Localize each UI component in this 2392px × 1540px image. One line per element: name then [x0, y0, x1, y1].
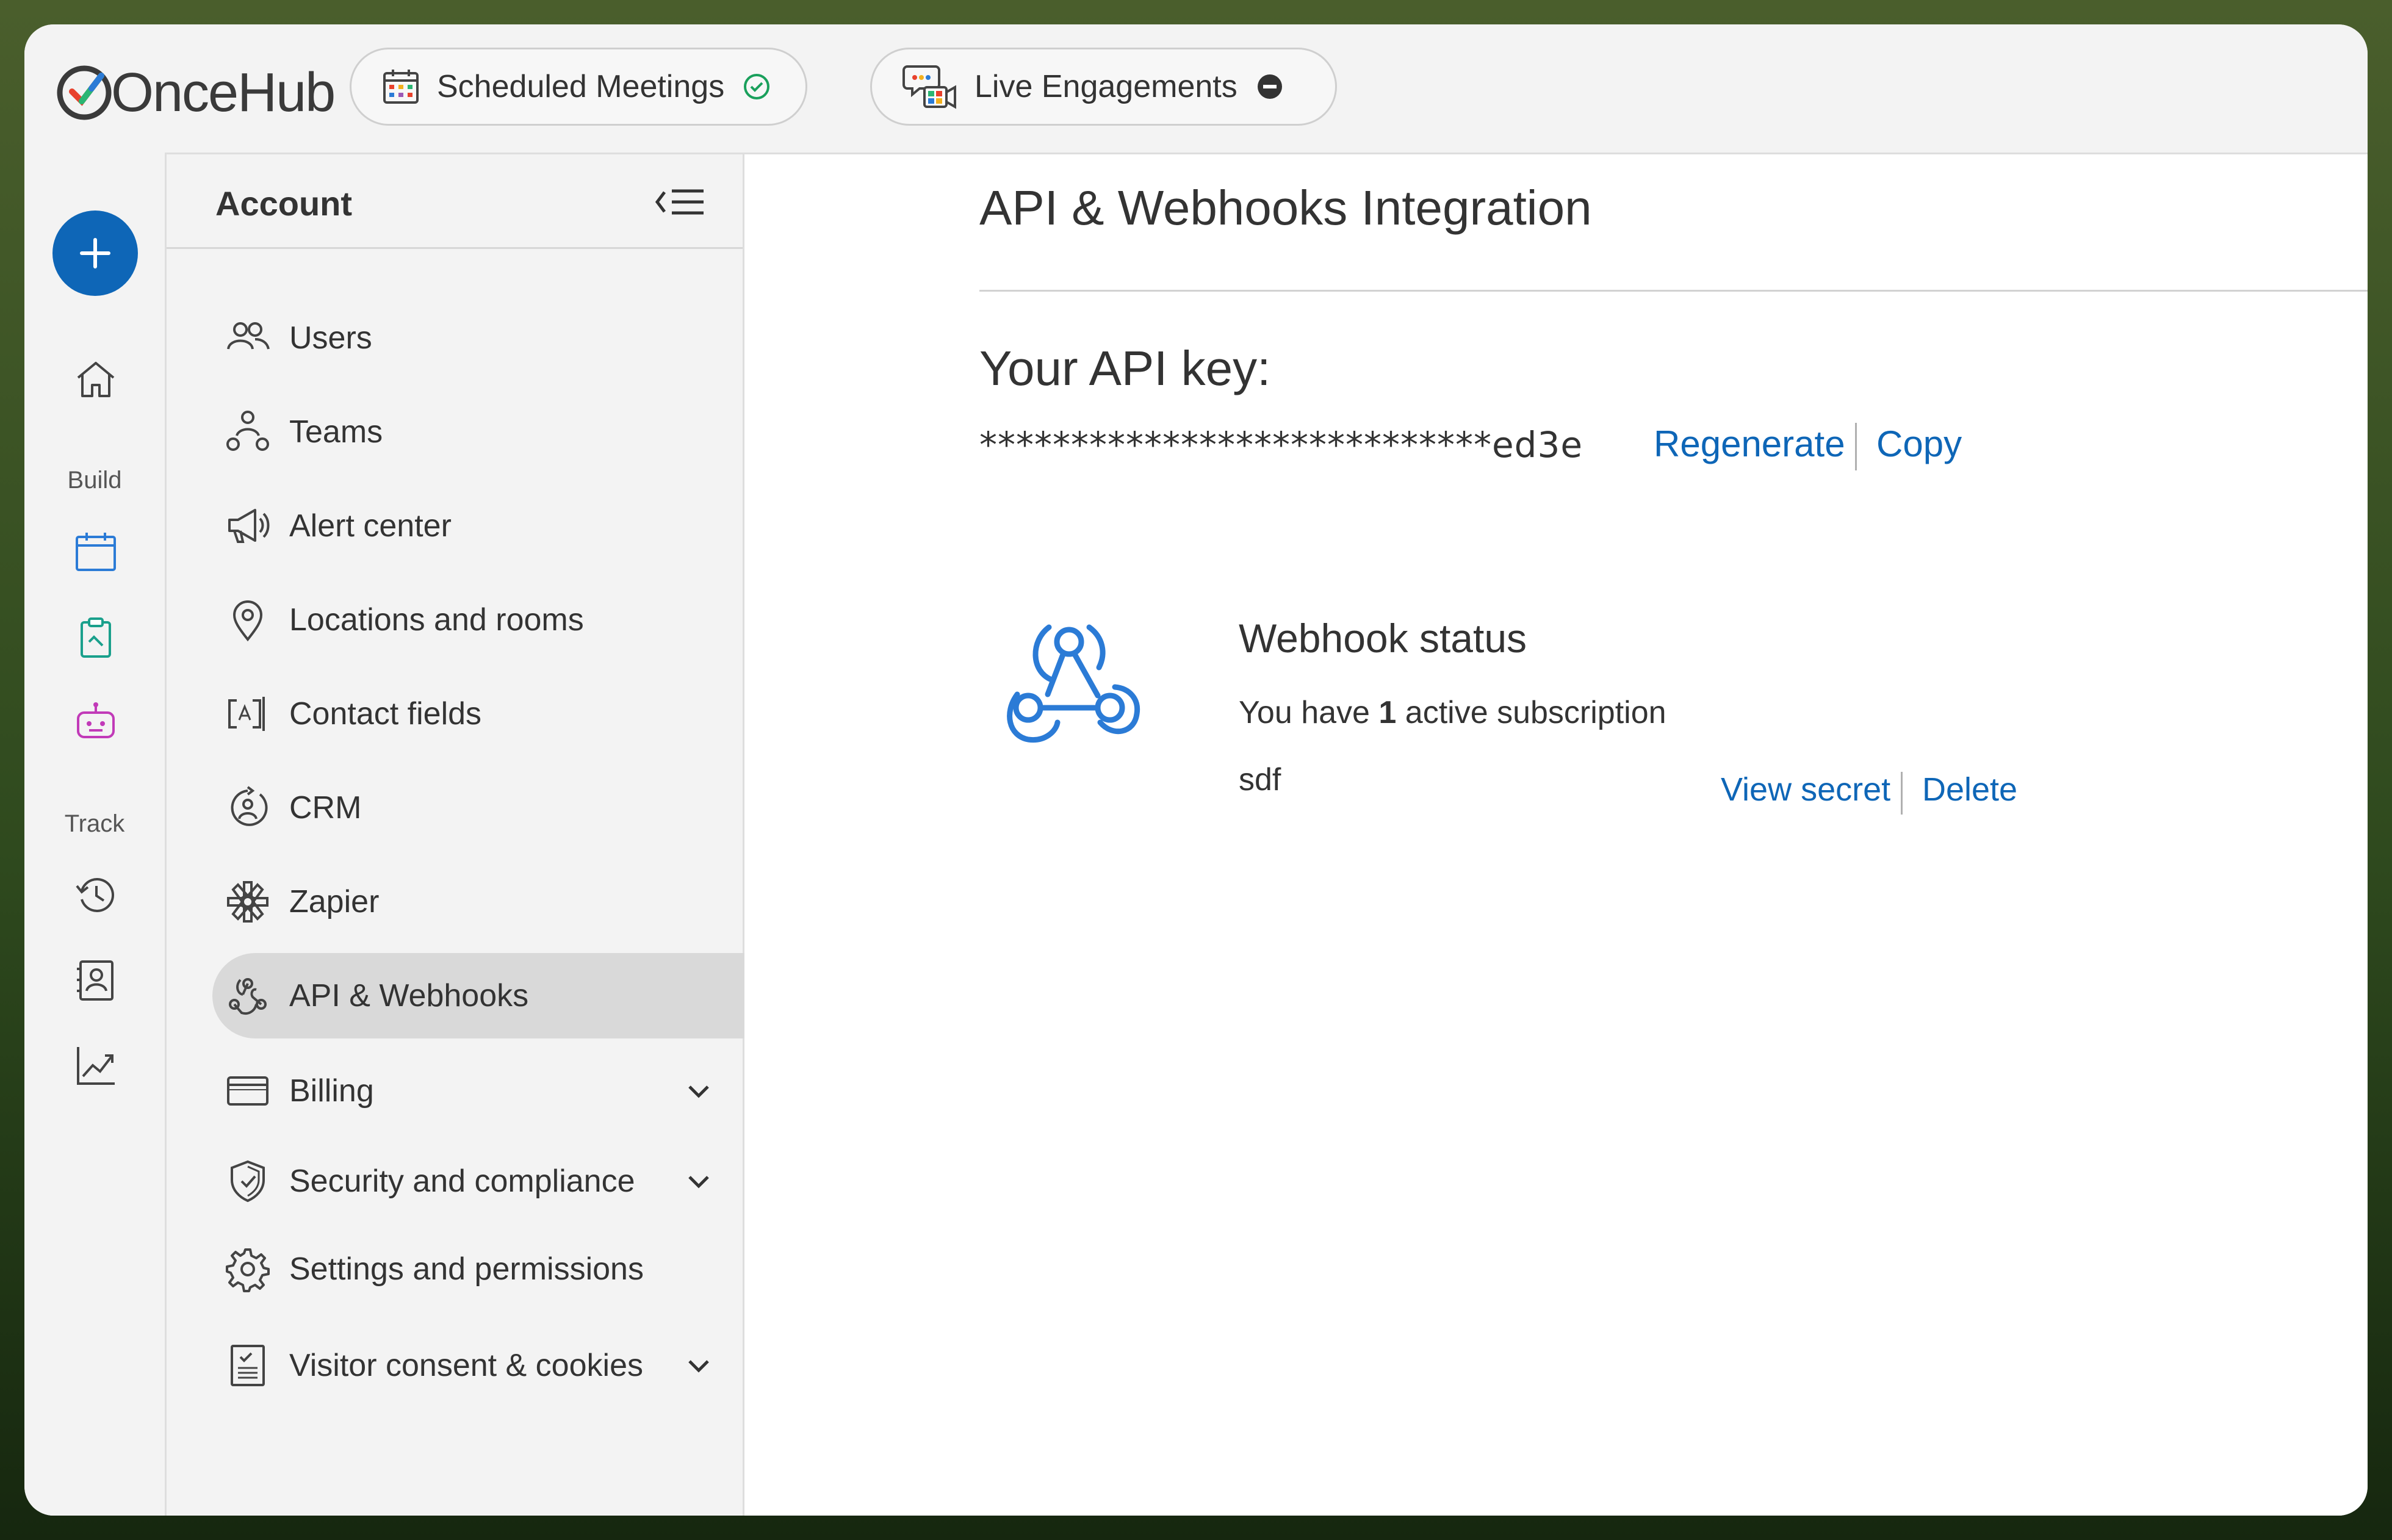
- teams-icon: [226, 411, 269, 451]
- sidebar-item-label: Contact fields: [289, 696, 482, 732]
- location-pin-icon: [232, 600, 263, 642]
- tab-label: Live Engagements: [974, 69, 1237, 104]
- history-icon[interactable]: [73, 873, 118, 918]
- chevron-down-icon[interactable]: [685, 1167, 713, 1195]
- contacts-book-icon[interactable]: [73, 958, 118, 1003]
- sidebar-item-label: CRM: [289, 790, 362, 826]
- title-divider: [979, 290, 2368, 292]
- view-secret-link[interactable]: View secret: [1721, 771, 1890, 808]
- sidebar-item-label: Locations and rooms: [289, 602, 584, 638]
- sidebar-item-label: Users: [289, 320, 372, 356]
- main-content: API & Webhooks Integration Your API key:…: [744, 153, 2368, 1516]
- chevron-down-icon[interactable]: [685, 1077, 713, 1105]
- regenerate-link[interactable]: Regenerate: [1654, 423, 1845, 465]
- users-icon: [227, 322, 270, 350]
- create-button[interactable]: [52, 210, 138, 296]
- sidebar-item-zapier[interactable]: Zapier: [212, 859, 731, 945]
- crm-icon: [231, 786, 268, 826]
- rail-section-track: Track: [64, 810, 125, 837]
- document-check-icon: [231, 1345, 265, 1386]
- chat-video-icon: [902, 65, 956, 109]
- tab-scheduled-meetings[interactable]: Scheduled Meetings: [350, 48, 807, 126]
- rail-section-build: Build: [67, 467, 122, 494]
- sidebar-item-billing[interactable]: Billing: [212, 1048, 731, 1134]
- api-key-value: ****************************ed3e: [979, 424, 1583, 466]
- webhook-status-title: Webhook status: [1239, 616, 1527, 661]
- webhook-name: sdf: [1239, 762, 1281, 797]
- sidebar-item-settings-and-permissions[interactable]: Settings and permissions: [212, 1226, 731, 1312]
- webhook-icon: [229, 978, 267, 1015]
- sidebar-header: Account: [167, 153, 743, 249]
- credit-card-icon: [227, 1076, 268, 1106]
- sidebar-item-label: Settings and permissions: [289, 1251, 644, 1287]
- calendar-icon[interactable]: [73, 530, 118, 575]
- top-bar: OnceHub Scheduled Meetings Live Engageme…: [24, 24, 2368, 153]
- sidebar-item-label: Visitor consent & cookies: [289, 1348, 643, 1383]
- link-separator: [1901, 772, 1903, 815]
- sidebar-title: Account: [215, 184, 352, 223]
- sidebar-item-users[interactable]: Users: [212, 295, 731, 381]
- logo-text: OnceHub: [111, 62, 336, 123]
- sidebar-item-label: Zapier: [289, 884, 380, 919]
- sidebar-item-label: API & Webhooks: [289, 978, 529, 1013]
- oncehub-logo[interactable]: OnceHub: [54, 56, 336, 129]
- sidebar-item-alert-center[interactable]: Alert center: [212, 483, 731, 569]
- tab-label: Scheduled Meetings: [437, 69, 725, 104]
- sidebar-item-label: Alert center: [289, 508, 452, 544]
- webhook-subscription-count: You have 1 active subscription: [1239, 694, 1666, 731]
- app-window: OnceHub Scheduled Meetings Live Engageme…: [24, 24, 2368, 1516]
- api-key-heading: Your API key:: [979, 341, 1271, 395]
- copy-link[interactable]: Copy: [1876, 423, 1962, 465]
- sidebar-item-visitor-consent-and-cookies[interactable]: Visitor consent & cookies: [212, 1323, 731, 1408]
- analytics-chart-icon[interactable]: [73, 1043, 118, 1088]
- sidebar-item-locations-and-rooms[interactable]: Locations and rooms: [212, 577, 731, 663]
- status-minus-icon: [1257, 74, 1282, 99]
- sidebar-item-label: Security and compliance: [289, 1164, 635, 1199]
- calendar-grid-icon: [383, 70, 419, 104]
- sidebar-item-label: Billing: [289, 1073, 374, 1109]
- sidebar-item-teams[interactable]: Teams: [212, 389, 731, 475]
- left-rail: Build Track: [24, 153, 165, 1516]
- sidebar-item-crm[interactable]: CRM: [212, 765, 731, 851]
- gear-icon: [226, 1248, 270, 1292]
- sidebar-item-api-and-webhooks[interactable]: API & Webhooks: [212, 953, 746, 1038]
- zapier-icon: [227, 881, 268, 923]
- sidebar-item-contact-fields[interactable]: Contact fields: [212, 671, 731, 757]
- webhook-large-icon: [1007, 624, 1140, 743]
- bot-icon[interactable]: [73, 700, 118, 746]
- logo-mark-icon: [57, 65, 112, 120]
- subscription-text-suffix: active subscription: [1396, 695, 1666, 730]
- home-icon[interactable]: [73, 357, 118, 402]
- megaphone-icon: [228, 509, 270, 543]
- account-sidebar: Account Users Teams Alert center Locatio…: [165, 153, 746, 1516]
- page-title: API & Webhooks Integration: [979, 181, 1592, 235]
- link-separator: [1855, 423, 1857, 470]
- clipboard-icon[interactable]: [73, 615, 118, 660]
- sidebar-item-label: Teams: [289, 414, 383, 450]
- tab-live-engagements[interactable]: Live Engagements: [870, 48, 1337, 126]
- chevron-down-icon[interactable]: [685, 1351, 713, 1380]
- status-check-icon: [744, 74, 770, 99]
- subscription-text-prefix: You have: [1239, 695, 1379, 730]
- text-field-icon: [228, 697, 265, 731]
- delete-link[interactable]: Delete: [1922, 771, 2017, 808]
- sidebar-item-security-and-compliance[interactable]: Security and compliance: [212, 1139, 731, 1224]
- subscription-count: 1: [1378, 695, 1397, 730]
- collapse-sidebar-icon[interactable]: [655, 184, 706, 220]
- shield-icon: [231, 1160, 265, 1203]
- plus-icon: [80, 238, 110, 268]
